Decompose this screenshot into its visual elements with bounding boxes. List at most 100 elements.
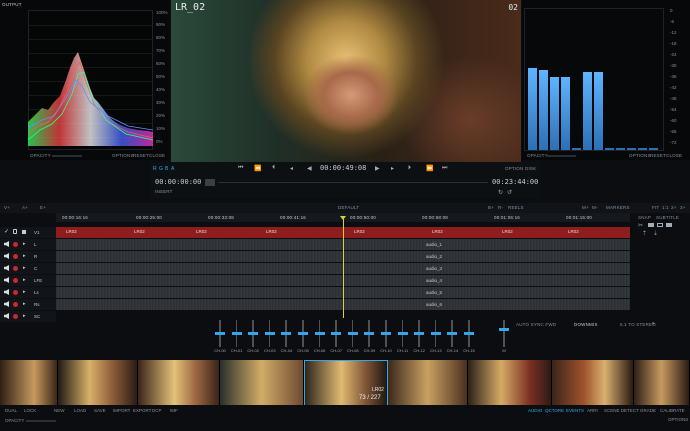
new-button[interactable]: NEW — [54, 408, 65, 413]
b-plus-button[interactable]: B+ — [488, 205, 494, 210]
speaker-icon[interactable] — [4, 241, 9, 247]
fader-knob[interactable] — [281, 332, 292, 335]
zoom-2-button[interactable]: 2+ — [671, 205, 677, 210]
events-tab[interactable]: EVENTS — [566, 408, 584, 413]
scrub-bar[interactable] — [218, 182, 488, 183]
solo-icon[interactable]: ▸ — [23, 277, 26, 283]
scope-options-button[interactable]: OPTIONS — [112, 153, 134, 158]
import-button[interactable]: IMPORT — [113, 408, 130, 413]
auto-sync-label[interactable]: AUTO SYNC FWD — [516, 322, 556, 327]
clip-thumbnail[interactable] — [58, 360, 138, 408]
chevron-down-icon[interactable]: ▾ — [652, 321, 655, 327]
out-timecode[interactable]: 00:23:44:00 — [492, 178, 538, 186]
add-audio-track-button[interactable]: A+ — [22, 205, 28, 210]
speaker-icon[interactable] — [4, 301, 9, 307]
fader-knob[interactable] — [264, 332, 275, 335]
rewind-icon[interactable]: ⏪ — [254, 165, 261, 172]
master-fader-knob[interactable] — [499, 328, 509, 331]
audio-tab[interactable]: AUDIO — [528, 408, 542, 413]
current-timecode[interactable]: 00:00:49:08 — [320, 164, 366, 172]
qctore-tab[interactable]: QCTORE — [545, 408, 564, 413]
in-timecode[interactable]: 00:00:00:00 — [155, 178, 201, 186]
record-arm-icon[interactable] — [13, 290, 18, 295]
clip-thumbnail[interactable] — [220, 360, 304, 408]
video-clip[interactable]: LR02 — [502, 229, 513, 234]
fader-knob[interactable] — [248, 332, 259, 335]
video-clip[interactable]: LR02 — [134, 229, 145, 234]
video-track[interactable]: ✓ V1 LR02 LR02 LR02 LR02 LR02 LR02 LR02 … — [0, 227, 634, 238]
fader-knob[interactable] — [447, 332, 458, 335]
disk-button[interactable]: DISK — [525, 166, 536, 171]
play-icon[interactable]: ▶ — [375, 165, 380, 172]
video-clip[interactable]: LR02 — [568, 229, 579, 234]
video-clip[interactable]: LR02 — [432, 229, 443, 234]
clip-thumbnail[interactable] — [0, 360, 58, 408]
r-minus-button[interactable]: R- — [498, 205, 503, 210]
channel-fader[interactable]: CH-15 — [461, 318, 477, 356]
meter-options-button[interactable]: OPTIONS — [629, 153, 651, 158]
marker-add-button[interactable]: M+ — [582, 205, 589, 210]
step-back-icon[interactable]: ◂ — [290, 165, 293, 172]
arri-tab-label[interactable]: ARRI — [587, 408, 598, 413]
channel-b-button[interactable]: B — [165, 166, 168, 172]
fader-knob[interactable] — [231, 332, 242, 335]
solo-icon[interactable]: ▸ — [23, 301, 26, 307]
play-reverse-icon[interactable]: ◀ — [307, 165, 312, 172]
fader-knob[interactable] — [364, 332, 375, 335]
dual-button[interactable]: DUAL — [5, 408, 17, 413]
fader-knob[interactable] — [314, 332, 325, 335]
audio-track[interactable]: ▸ R audio_2 — [0, 251, 634, 262]
lock-button[interactable]: LOCK — [24, 408, 36, 413]
channel-a-button[interactable]: A — [171, 166, 174, 172]
record-arm-icon[interactable] — [13, 278, 18, 283]
lock-icon[interactable] — [13, 229, 17, 234]
go-to-end-icon[interactable]: ⏭ — [442, 165, 447, 172]
export-button[interactable]: EXPORT — [133, 408, 151, 413]
fader-knob[interactable] — [430, 332, 441, 335]
fader-knob[interactable] — [298, 332, 308, 335]
solo-icon[interactable]: ▸ — [23, 265, 26, 271]
meter-reset-button[interactable]: RESET — [650, 153, 666, 158]
speaker-icon[interactable] — [4, 289, 9, 295]
calibrate-tab[interactable]: CALIBRATE — [660, 408, 685, 413]
scope-close-button[interactable]: CLOSE — [149, 153, 165, 158]
options-button[interactable]: OPTIONS — [668, 417, 688, 422]
audio-track[interactable]: ▸ LFE audio_4 — [0, 275, 634, 286]
load-button[interactable]: LOAD — [74, 408, 86, 413]
audio-track[interactable]: ▸ L audio_1 — [0, 239, 634, 250]
previous-frame-icon[interactable]: ⏴ — [272, 165, 275, 172]
clip-thumbnail[interactable] — [552, 360, 634, 408]
solo-icon[interactable]: ▸ — [23, 241, 26, 247]
meter-close-button[interactable]: CLOSE — [666, 153, 682, 158]
playhead[interactable] — [343, 218, 344, 318]
speaker-icon[interactable] — [4, 277, 9, 283]
video-clip[interactable]: LR02 — [196, 229, 207, 234]
add-video-track-button[interactable]: V+ — [4, 205, 10, 210]
channel-r-button[interactable]: R — [153, 166, 157, 172]
eye-icon[interactable] — [22, 230, 26, 234]
scope-reset-button[interactable]: RESET — [133, 153, 149, 158]
reels-button[interactable]: REELS — [508, 205, 524, 210]
fader-knob[interactable] — [215, 332, 225, 335]
marker-remove-button[interactable]: M- — [592, 205, 598, 210]
speaker-icon[interactable] — [4, 253, 9, 259]
selected-clip-thumbnail[interactable]: LR02 73 / 227 — [304, 360, 388, 408]
zoom-fit-button[interactable]: FIT — [652, 205, 659, 210]
fast-forward-icon[interactable]: ⏩ — [426, 165, 433, 172]
dcp-button[interactable]: DCP — [152, 408, 162, 413]
go-to-start-icon[interactable]: ⏮ — [238, 165, 243, 172]
audio-track[interactable]: ▸ Ls audio_5 — [0, 287, 634, 298]
fader-knob[interactable] — [464, 332, 474, 335]
record-arm-icon[interactable] — [13, 242, 18, 247]
audio-track[interactable]: ▸ Rs audio_6 — [0, 299, 634, 310]
clip-thumbnail[interactable] — [138, 360, 220, 408]
markers-button[interactable]: MARKERS — [606, 205, 630, 210]
in-point-marker[interactable] — [205, 179, 215, 186]
clip-thumbnail[interactable] — [468, 360, 552, 408]
check-icon[interactable]: ✓ — [4, 228, 9, 235]
zoom-1to1-button[interactable]: 1:1 — [662, 205, 669, 210]
record-arm-icon[interactable] — [13, 254, 18, 259]
video-clip[interactable]: LR02 — [266, 229, 277, 234]
fader-knob[interactable] — [381, 332, 391, 335]
add-event-track-button[interactable]: E+ — [40, 205, 46, 210]
